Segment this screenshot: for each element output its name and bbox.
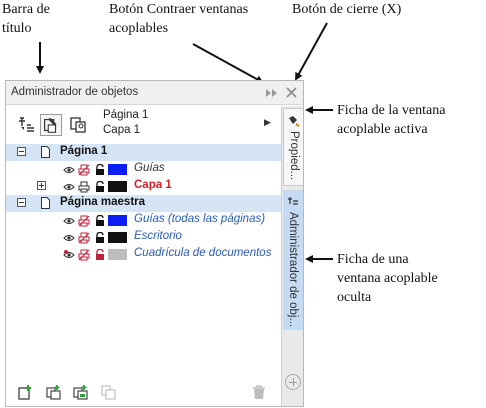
- tree-label: Guías (todas las páginas): [134, 213, 266, 225]
- lock-icon[interactable]: [94, 214, 106, 226]
- tree-row-desktop[interactable]: Escritorio: [6, 229, 281, 246]
- move-to-layer-disabled-icon[interactable]: [101, 384, 117, 400]
- tree-label: Guías: [134, 162, 165, 174]
- new-layer-icon[interactable]: [18, 384, 34, 400]
- tree-label: Capa 1: [134, 179, 172, 191]
- trash-icon[interactable]: [251, 384, 267, 400]
- properties-icon: [289, 116, 300, 127]
- tab-properties[interactable]: Propied...: [283, 108, 303, 186]
- printer-disabled-icon[interactable]: [78, 231, 90, 244]
- collapse-icon[interactable]: [17, 147, 26, 156]
- page-icon: [41, 146, 50, 158]
- arrow-collapse-button: [192, 43, 264, 83]
- tree-label: Cuadrícula de documentos: [134, 247, 272, 259]
- printer-icon[interactable]: [78, 180, 90, 193]
- layer-color-swatch[interactable]: [108, 232, 127, 243]
- printer-disabled-icon[interactable]: [78, 163, 90, 176]
- docker-title-bar[interactable]: Administrador de objetos: [6, 81, 303, 105]
- current-page-info: Página 1 Capa 1: [103, 108, 148, 138]
- object-manager-docker: Administrador de objetos Página 1 Capa 1…: [5, 80, 304, 407]
- tree-label: Página maestra: [60, 196, 146, 208]
- tree-row-layer-1[interactable]: Capa 1: [6, 178, 281, 195]
- tab-object-manager-label: Administrador de obj...: [287, 212, 299, 328]
- tab-properties-label: Propied...: [288, 131, 300, 181]
- add-docker-icon[interactable]: [285, 374, 301, 390]
- new-master-layer-icon[interactable]: [46, 384, 62, 400]
- tree-row-guides[interactable]: Guías: [6, 161, 281, 178]
- layer-manager-view-icon[interactable]: [69, 115, 89, 135]
- docker-content: Página 1 Capa 1 ▶ Página 1 Guías Capa 1 …: [6, 106, 281, 406]
- eye-icon[interactable]: [63, 163, 75, 175]
- lock-icon[interactable]: [94, 163, 106, 175]
- tree-label: Escritorio: [134, 230, 182, 242]
- lock-icon[interactable]: [94, 231, 106, 243]
- layer-color-swatch[interactable]: [108, 164, 127, 175]
- collapse-dockers-button[interactable]: [265, 88, 279, 98]
- docker-bottom-toolbar: [6, 378, 281, 406]
- lock-icon[interactable]: [94, 180, 106, 192]
- expand-icon[interactable]: [37, 181, 46, 190]
- tab-object-manager[interactable]: Administrador de obj...: [283, 190, 303, 330]
- docker-toolbar: Página 1 Capa 1 ▶: [6, 106, 281, 142]
- docker-tab-strip: Propied... Administrador de obj...: [281, 106, 303, 406]
- edit-across-layers-icon[interactable]: [40, 114, 62, 136]
- arrow-close-button: [295, 22, 328, 81]
- eye-icon[interactable]: [63, 231, 75, 243]
- close-button[interactable]: [285, 86, 298, 99]
- tree-row-page-1[interactable]: Página 1: [6, 144, 281, 161]
- object-manager-icon: [288, 197, 298, 205]
- layer-color-swatch[interactable]: [108, 215, 127, 226]
- current-layer-label: Capa 1: [103, 124, 141, 136]
- collapse-icon[interactable]: [17, 198, 26, 207]
- tree-row-guides-all-pages[interactable]: Guías (todas las páginas): [6, 212, 281, 229]
- flyout-menu-arrow-icon[interactable]: ▶: [264, 117, 271, 128]
- tree-label: Página 1: [60, 145, 108, 157]
- tree-row-master-page[interactable]: Página maestra: [6, 195, 281, 212]
- layer-color-swatch[interactable]: [108, 249, 127, 260]
- docker-title: Administrador de objetos: [11, 86, 139, 98]
- tree-row-document-grid[interactable]: Cuadrícula de documentos: [6, 246, 281, 263]
- eye-disabled-icon[interactable]: [63, 248, 75, 260]
- eye-icon[interactable]: [63, 214, 75, 226]
- lock-red-icon[interactable]: [94, 248, 106, 260]
- layer-properties-icon[interactable]: [18, 115, 38, 135]
- new-master-layer-all-pages-icon[interactable]: [73, 384, 89, 400]
- eye-icon[interactable]: [63, 180, 75, 192]
- page-icon: [41, 197, 50, 209]
- layer-color-swatch[interactable]: [108, 181, 127, 192]
- printer-disabled-icon[interactable]: [78, 248, 90, 261]
- current-page-label: Página 1: [103, 109, 149, 121]
- printer-disabled-icon[interactable]: [78, 214, 90, 227]
